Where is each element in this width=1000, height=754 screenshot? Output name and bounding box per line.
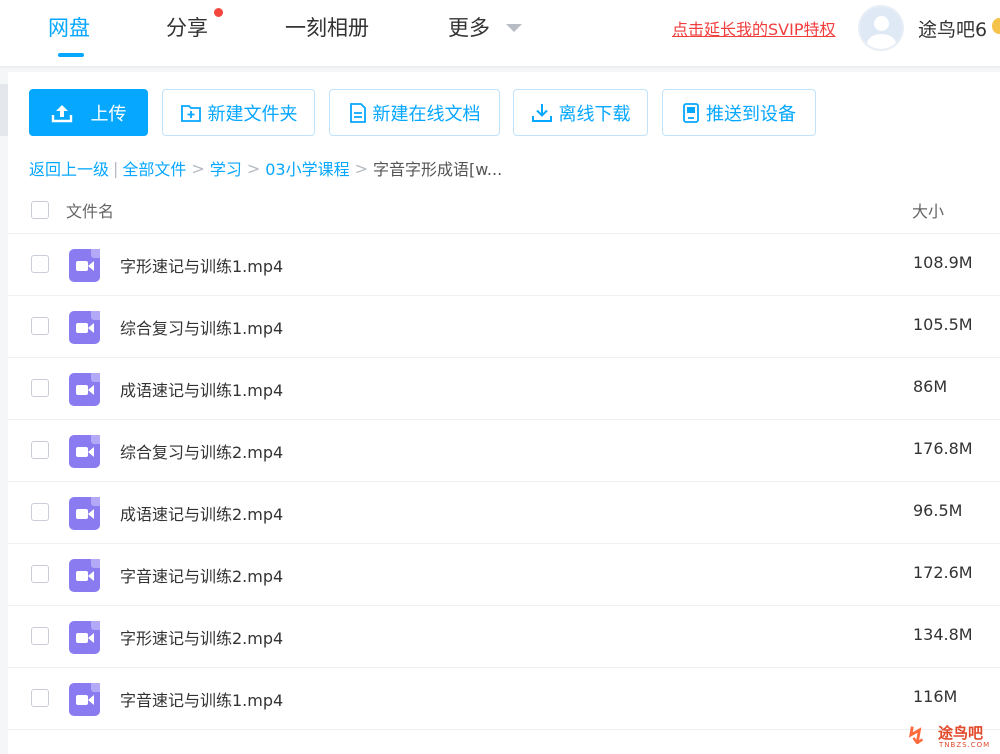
file-name[interactable]: 成语速记与训练1.mp4 (120, 377, 283, 401)
new-folder-icon (180, 104, 201, 122)
row-checkbox[interactable] (31, 503, 49, 521)
avatar[interactable] (858, 5, 904, 51)
breadcrumb-current: 字音字形成语[w... (373, 160, 503, 179)
table-row[interactable]: 字形速记与训练1.mp4 108.9M (8, 234, 1000, 296)
active-tab-indicator (58, 53, 84, 57)
breadcrumb-separator: > (191, 158, 205, 178)
new-folder-label: 新建文件夹 (207, 103, 298, 125)
watermark-subtext: TNBZS.COM (939, 741, 991, 749)
new-online-doc-label: 新建在线文档 (372, 103, 481, 125)
sidebar-edge (0, 84, 8, 136)
file-list-panel: 上传 新建文件夹 新建在线文档 离线下载 推送到设备 返回上一级 | 全部文件 … (8, 72, 1000, 754)
video-file-icon (69, 559, 100, 592)
table-header: 文件名 大小 (8, 190, 1000, 234)
username[interactable]: 途鸟吧6 (918, 15, 987, 42)
tab-moment-album[interactable]: 一刻相册 (285, 12, 369, 42)
video-file-icon (69, 621, 100, 654)
download-icon (531, 103, 552, 122)
file-size: 116M (913, 687, 958, 706)
table-row[interactable]: 字音速记与训练1.mp4 116M (8, 668, 1000, 730)
file-size: 105.5M (913, 315, 973, 334)
row-checkbox[interactable] (31, 565, 49, 583)
column-header-size[interactable]: 大小 (912, 198, 944, 222)
file-name[interactable]: 字音速记与训练2.mp4 (120, 563, 283, 587)
upload-label: 上传 (90, 103, 127, 125)
upload-button[interactable]: 上传 (29, 89, 148, 136)
video-file-icon (69, 683, 100, 716)
offline-download-label: 离线下载 (558, 103, 631, 125)
table-row[interactable]: 字形速记与训练2.mp4 134.8M (8, 606, 1000, 668)
breadcrumb-separator: > (354, 158, 369, 178)
upload-icon (51, 104, 72, 122)
file-name[interactable]: 字音速记与训练1.mp4 (120, 687, 283, 711)
row-checkbox[interactable] (31, 689, 49, 707)
new-folder-button[interactable]: 新建文件夹 (162, 89, 315, 136)
file-name[interactable]: 综合复习与训练1.mp4 (120, 315, 283, 339)
push-to-device-button[interactable]: 推送到设备 (662, 89, 816, 136)
tab-more[interactable]: 更多 (448, 12, 490, 42)
row-checkbox[interactable] (31, 379, 49, 397)
new-online-doc-button[interactable]: 新建在线文档 (329, 89, 500, 136)
chevron-down-icon[interactable] (506, 24, 522, 32)
table-row[interactable]: 综合复习与训练1.mp4 105.5M (8, 296, 1000, 358)
file-size: 86M (913, 377, 948, 396)
tab-share[interactable]: 分享 (166, 12, 208, 42)
file-name[interactable]: 成语速记与训练2.mp4 (120, 501, 283, 525)
video-file-icon (69, 435, 100, 468)
offline-download-button[interactable]: 离线下载 (513, 89, 648, 136)
breadcrumb-separator: > (246, 158, 261, 178)
file-size: 172.6M (913, 563, 973, 582)
push-to-device-label: 推送到设备 (706, 103, 796, 125)
file-name[interactable]: 综合复习与训练2.mp4 (120, 439, 283, 463)
breadcrumb: 返回上一级 | 全部文件 > 学习 > 03小学课程 > 字音字形成语[w... (29, 156, 502, 180)
file-size: 96.5M (913, 501, 963, 520)
file-name[interactable]: 字形速记与训练2.mp4 (120, 625, 283, 649)
row-checkbox[interactable] (31, 317, 49, 335)
breadcrumb-back[interactable]: 返回上一级 (29, 156, 109, 180)
row-checkbox[interactable] (31, 441, 49, 459)
file-size: 134.8M (913, 625, 973, 644)
watermark-text: 途鸟吧 (938, 724, 984, 742)
breadcrumb-study[interactable]: 学习 (210, 156, 242, 180)
file-name[interactable]: 字形速记与训练1.mp4 (120, 253, 283, 277)
video-file-icon (69, 497, 100, 530)
video-file-icon (69, 373, 100, 406)
select-all-checkbox[interactable] (31, 201, 49, 219)
watermark-logo: ↯ 途鸟吧 TNBZS.COM (906, 720, 998, 752)
breadcrumb-divider: | (113, 158, 119, 178)
breadcrumb-all-files[interactable]: 全部文件 (122, 156, 186, 180)
notification-dot (214, 8, 223, 17)
video-file-icon (69, 311, 100, 344)
table-row[interactable]: 成语速记与训练2.mp4 96.5M (8, 482, 1000, 544)
file-size: 108.9M (913, 253, 973, 272)
top-navigation: 网盘 分享 一刻相册 更多 点击延长我的SVIP特权 途鸟吧6 (0, 0, 1000, 66)
video-file-icon (69, 249, 100, 282)
svip-renew-link[interactable]: 点击延长我的SVIP特权 (672, 16, 835, 40)
document-icon (349, 102, 366, 123)
device-icon (683, 102, 699, 123)
row-checkbox[interactable] (31, 627, 49, 645)
table-row[interactable]: 综合复习与训练2.mp4 176.8M (8, 420, 1000, 482)
breadcrumb-primary-course[interactable]: 03小学课程 (265, 156, 349, 180)
tab-netdisk[interactable]: 网盘 (48, 12, 90, 42)
file-list: 字形速记与训练1.mp4 108.9M 综合复习与训练1.mp4 105.5M … (8, 234, 1000, 730)
file-size: 176.8M (913, 439, 973, 458)
watermark-bird-icon: ↯ (906, 722, 927, 750)
vip-badge-icon (992, 18, 1000, 34)
column-header-name[interactable]: 文件名 (66, 198, 114, 222)
table-row[interactable]: 成语速记与训练1.mp4 86M (8, 358, 1000, 420)
table-row[interactable]: 字音速记与训练2.mp4 172.6M (8, 544, 1000, 606)
row-checkbox[interactable] (31, 255, 49, 273)
